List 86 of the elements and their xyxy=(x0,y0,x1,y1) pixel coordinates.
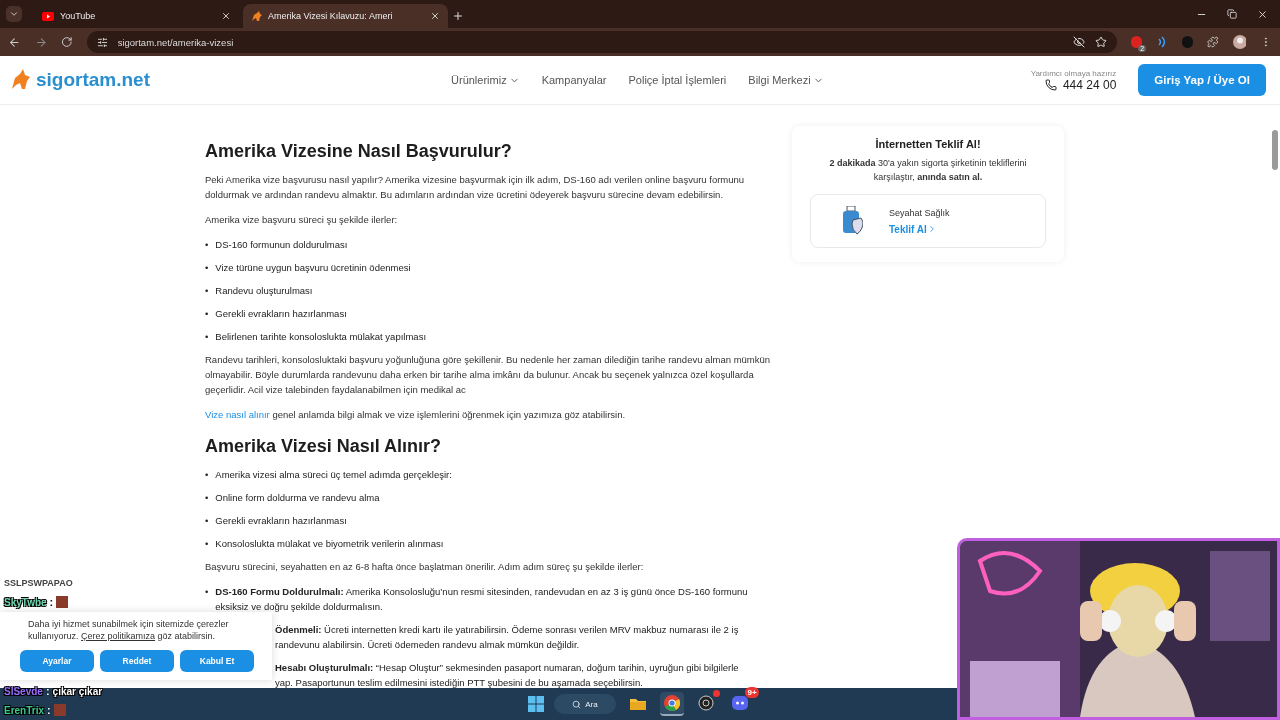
phone-number[interactable]: 444 24 00 xyxy=(1044,77,1117,92)
bullet: • xyxy=(205,468,209,482)
close-icon[interactable] xyxy=(221,11,231,21)
cookie-policy-link[interactable]: Çerez politikamıza xyxy=(81,631,156,641)
notification-badge: 9+ xyxy=(745,687,759,698)
paragraph: Başvuru sürecini, seyahatten en az 6-8 hafta önce başlatman önerilir. Adım adım süreç şu şekilde ilerler: xyxy=(205,560,645,574)
article-link[interactable]: Vize nasıl alınır xyxy=(205,409,270,420)
chat-username: ErenTrix xyxy=(4,704,45,716)
browser-tab[interactable]: Amerika Vizesi Kılavuzu: Ameri xyxy=(243,4,448,28)
list-item: Gerekli evrakların hazırlanması xyxy=(215,307,347,321)
new-tab-icon[interactable] xyxy=(452,10,464,22)
card-title: İnternetten Teklif Al! xyxy=(875,138,981,150)
close-icon[interactable] xyxy=(430,11,440,21)
paragraph: Amerika vize başvuru süreci şu şekilde ilerler: xyxy=(205,213,399,227)
paragraph: Randevu tarihleri, konsolosluktaki başvuru yoğunluğuna göre şekillenir. Bu nedenle her zaman dilediğin tarihe randevu alman mümkün olmayabilir. Böyle durumlarda randevunu daha erken bir tarihe alma imkânı da bulunur. Ancak bu seçenek yalnızca özel koşullarda geçerlidir. Acil vize talebinden faydalanabilmen için medikal ac xyxy=(205,353,772,397)
list-item: Amerika vizesi alma süreci üç temel adımda gerçekleşir: xyxy=(215,468,452,482)
card-description: 2 dakikada 30'a yakın sigorta şirketinin tekliflerini karşılaştır, anında satın al. xyxy=(828,157,1028,184)
bullet: • xyxy=(205,537,209,551)
text-line: Ödenmeli: Ücreti internetten kredi kartı ile yatırabilirsin. Ödeme sonrası verilen MRV makbuz numarası ile 2 iş xyxy=(275,623,739,637)
bullet: • xyxy=(205,284,209,298)
product-name: Seyahat Sağlık xyxy=(889,207,950,218)
bullet: • xyxy=(205,307,209,321)
signal-icon[interactable] xyxy=(1156,36,1168,48)
bullet: • xyxy=(205,261,209,275)
paragraph: Peki Amerika vize başvurusu nasıl yapılır? Amerika vizesine başvurmak için ilk adım, DS-160 adı verilen online başvuru formunu doldurmak ve ardından randevu almaktır. Bu adımların ardından vize ücretini ödeyerek başvuru sürecine devam edebilirsin. xyxy=(205,173,746,202)
browser-icon xyxy=(664,695,680,711)
chat-separator: : xyxy=(47,704,51,716)
text-line: Hesabı Oluşturulmalı: “Hesap Oluştur” sekmesinden pasaport numaran, doğum tarihin, uyruğun gibi bilgilerle xyxy=(275,661,739,675)
avatar-icon[interactable] xyxy=(1232,35,1247,49)
restore-icon[interactable] xyxy=(1227,9,1237,19)
bullet: • xyxy=(205,238,209,252)
paragraph: Vize nasıl alınır genel anlamda bilgi almak ve vize işlemlerini öğrenmek için yazımıza göz atabilirsin. xyxy=(205,408,627,422)
eye-off-icon[interactable] xyxy=(1072,36,1085,48)
forward-icon[interactable] xyxy=(34,35,48,49)
bullet: • xyxy=(205,585,209,599)
chevron-icon xyxy=(9,9,19,19)
search-field[interactable]: Ara xyxy=(554,694,616,714)
search-icon xyxy=(572,699,582,709)
list-item: DS-160 Formu Doldurulmalı: Amerika Konsolosluğu’nun resmi sitesinden, randevudan en az 3 iş günü önce DS-160 formunu eksiksiz ve doğru şekilde doldurmalısın. xyxy=(215,585,749,614)
chat-username: SkyTwbe xyxy=(4,596,47,608)
cookie-text: Daha iyi hizmet sunabilmek için sitemizde çerezler kullanıyoruz. Çerez politikamıza göz atabilirsin. xyxy=(27,618,230,642)
bullet: • xyxy=(205,330,209,344)
nav-link[interactable]: Poliçe İptal İşlemleri xyxy=(628,74,727,86)
site-settings-icon[interactable] xyxy=(96,36,108,48)
record-icon xyxy=(698,695,714,711)
list-item: DS-160 formunun doldurulması xyxy=(215,238,348,252)
chat-separator: : xyxy=(45,685,50,697)
dog-icon xyxy=(10,69,32,91)
bullet: • xyxy=(205,514,209,528)
section-heading: Amerika Vizesine Nasıl Başvurulur? xyxy=(205,141,513,162)
phone-icon xyxy=(1044,78,1057,91)
chat-username: SlSevde xyxy=(4,685,43,697)
bullet: • xyxy=(205,491,209,505)
close-icon[interactable] xyxy=(1257,9,1268,20)
chat-separator: : xyxy=(49,596,54,608)
chat-text: SSLPSWPAPAO xyxy=(4,578,73,588)
list-item: Online form doldurma ve randevu alma xyxy=(215,491,380,505)
back-icon[interactable] xyxy=(8,35,21,49)
product-card[interactable]: Seyahat Sağlık Teklif Al xyxy=(810,194,1046,248)
gamepad-icon xyxy=(732,696,748,710)
list-item: Gerekli evrakların hazırlanması xyxy=(215,514,347,528)
list-item: Randevu oluşturulması xyxy=(215,284,313,298)
help-text: Yardımcı olmaya hazırız xyxy=(1030,68,1117,78)
chat-message: çıkar çıkar xyxy=(52,685,103,697)
site-logo[interactable]: sigortam.net xyxy=(10,69,151,91)
puzzle-icon[interactable] xyxy=(1207,36,1219,48)
folder-icon xyxy=(630,696,646,710)
play-icon xyxy=(42,11,54,21)
text-line: yap. Pasaportunun teslim edilmesini istediğin PTT şubesini de bu aşamada seçebilirsin. xyxy=(275,676,643,688)
suitcase-icon xyxy=(841,206,863,236)
list-item: Vize türüne uygun başvuru ücretinin ödenmesi xyxy=(215,261,411,275)
star-icon[interactable] xyxy=(1094,36,1107,48)
nav-link[interactable]: Kampanyalar xyxy=(541,74,607,86)
scrollbar[interactable] xyxy=(1272,130,1278,170)
section-heading: Amerika Vizesi Nasıl Alınır? xyxy=(205,436,443,457)
list-item: Belirlenen tarihte konsoloslukta mülakat yapılması xyxy=(215,330,427,344)
tab-menu-button[interactable] xyxy=(6,6,22,22)
address-bar[interactable]: sigortam.net/amerika-vizesi xyxy=(86,31,1117,53)
browser-tab[interactable]: YouTube xyxy=(34,4,239,28)
nav-link[interactable]: Bilgi Merkezi xyxy=(748,74,824,86)
taskbar-app[interactable] xyxy=(660,692,684,716)
dog-icon xyxy=(251,10,262,22)
nav-link[interactable]: Ürünlerimiz xyxy=(451,74,520,86)
list-item: Konsoloslukta mülakat ve biyometrik verilerin alınması xyxy=(215,537,444,551)
text-line: randevunu alabilirsin. Ücreti ödemeden randevu almak mümkün değildir. xyxy=(275,638,580,652)
reload-icon[interactable] xyxy=(61,36,73,48)
